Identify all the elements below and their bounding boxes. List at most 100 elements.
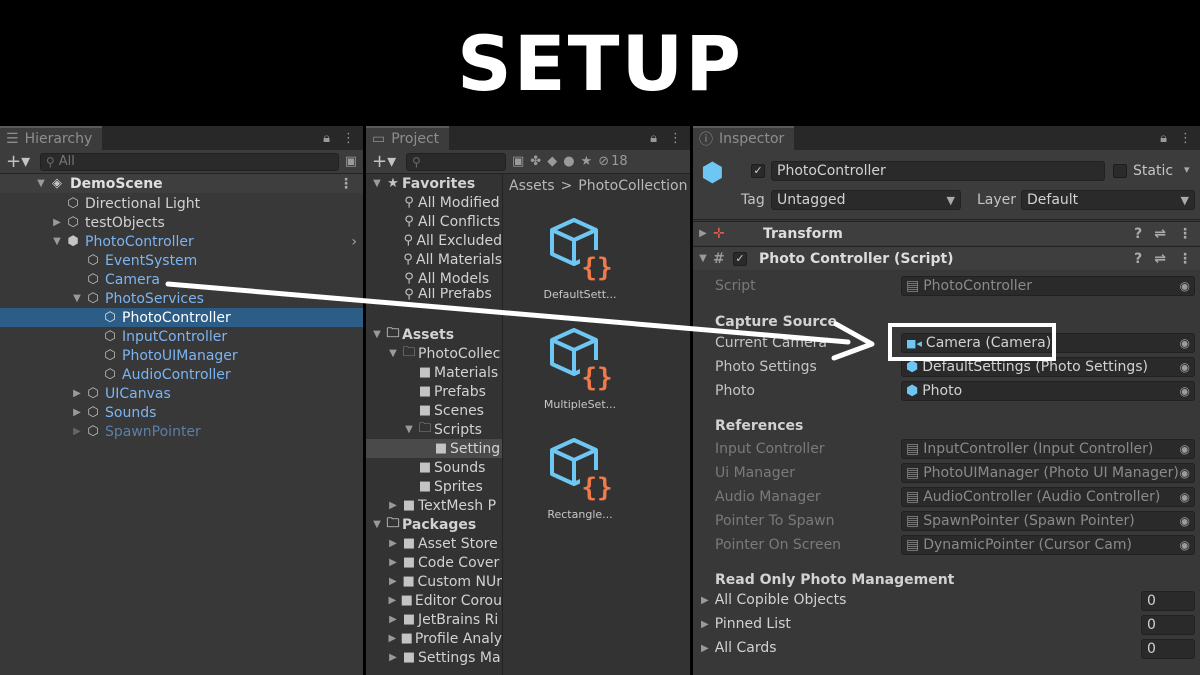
favorite-item[interactable]: ⚲ All Materials [366, 250, 502, 269]
package-folder[interactable]: ▶ ■ Profile Analy [366, 629, 502, 648]
hierarchy-item-photouimanager[interactable]: ⬡ PhotoUIManager [0, 346, 363, 365]
hierarchy-item-directional-light[interactable]: ⬡ Directional Light [0, 194, 363, 213]
object-picker-icon[interactable]: ◉ [1180, 466, 1190, 480]
fold-arrow-icon[interactable]: ▼ [370, 329, 384, 340]
static-checkbox[interactable] [1113, 164, 1127, 178]
tab-hierarchy[interactable]: ☰ Hierarchy [0, 126, 103, 150]
ui-manager-field[interactable]: ▤ PhotoUIManager (Photo UI Manager) ◉ [901, 463, 1195, 483]
fold-arrow-icon[interactable]: ▼ [693, 253, 713, 264]
pointer-on-screen-field[interactable]: ▤ DynamicPointer (Cursor Cam) ◉ [901, 535, 1195, 555]
asset-item[interactable]: {} MultipleSet... [525, 324, 635, 411]
fold-arrow-icon[interactable]: ▼ [34, 178, 48, 189]
create-button[interactable]: +▾ [6, 151, 34, 172]
object-picker-icon[interactable]: ◉ [1180, 336, 1190, 350]
fold-arrow-icon[interactable]: ▶ [386, 576, 400, 587]
hierarchy-item-photoservices[interactable]: ▼ ⬡ PhotoServices [0, 289, 363, 308]
fold-arrow-icon[interactable]: ▶ [701, 595, 709, 606]
input-controller-field[interactable]: ▤ InputController (Input Controller) ◉ [901, 439, 1195, 459]
active-checkbox[interactable]: ✓ [751, 164, 765, 178]
all-cards-count[interactable]: 0 [1141, 639, 1195, 659]
tab-project[interactable]: ▭ Project [366, 126, 450, 150]
lock-icon[interactable]: 🔒︎ [1160, 131, 1167, 146]
package-folder[interactable]: ▶ ■ Code Cover [366, 553, 502, 572]
all-copible-objects-foldout[interactable]: ▶ All Copible Objects [701, 592, 846, 608]
fold-arrow-icon[interactable]: ▶ [701, 619, 709, 630]
tag-dropdown[interactable]: Untagged ▼ [771, 190, 961, 210]
object-picker-icon[interactable]: ◉ [1180, 490, 1190, 504]
audio-manager-field[interactable]: ▤ AudioController (Audio Controller) ◉ [901, 487, 1195, 507]
hierarchy-item-spawnpointer[interactable]: ▶ ⬡ SpawnPointer [0, 422, 363, 441]
fold-arrow-icon[interactable]: ▼ [386, 348, 400, 359]
asset-folder[interactable]: ■ Sprites [366, 477, 502, 496]
favorite-item[interactable]: ⚲ All Models [366, 269, 502, 288]
static-dropdown-icon[interactable]: ▾ [1184, 163, 1190, 176]
help-icon[interactable]: ? [1134, 226, 1142, 242]
assets-header[interactable]: ▼ 🗀 Assets [366, 325, 502, 344]
pinned-list-count[interactable]: 0 [1141, 615, 1195, 635]
photo-field[interactable]: ⬢ Photo ◉ [901, 381, 1195, 401]
project-search[interactable]: ⚲ [406, 152, 506, 171]
breadcrumb-assets[interactable]: Assets [509, 178, 555, 194]
fold-arrow-icon[interactable]: ▶ [386, 500, 400, 511]
package-folder[interactable]: ▶ ■ Custom NUr [366, 572, 502, 591]
asset-folder[interactable]: ■ Prefabs [366, 382, 502, 401]
package-folder[interactable]: ▶ ■ Asset Store [366, 534, 502, 553]
object-picker-icon[interactable]: ◉ [1180, 360, 1190, 374]
error-icon[interactable]: ● [563, 154, 574, 169]
fold-arrow-icon[interactable]: ▼ [70, 293, 84, 304]
kebab-menu-icon[interactable]: ⋮ [1179, 131, 1192, 146]
object-picker-icon[interactable]: ◉ [1180, 514, 1190, 528]
favorite-star-icon[interactable]: ★ [581, 154, 593, 169]
hierarchy-item-camera[interactable]: ⬡ Camera [0, 270, 363, 289]
hierarchy-item-uicanvas[interactable]: ▶ ⬡ UICanvas [0, 384, 363, 403]
favorite-item[interactable]: ⚲ All Prefabs [366, 288, 502, 300]
script-component-header[interactable]: ▼ # ✓ Photo Controller (Script) ? ⇌ ⋮ [693, 246, 1200, 270]
kebab-menu-icon[interactable]: ⋮ [342, 131, 355, 146]
asset-folder[interactable]: ▶ ■ TextMesh P [366, 496, 502, 515]
object-name-field[interactable]: PhotoController [771, 161, 1105, 181]
asset-folder[interactable]: ■ Materials [366, 363, 502, 382]
scene-menu-icon[interactable]: ⋮ [339, 176, 353, 192]
packages-header[interactable]: ▼ 🗀 Packages [366, 515, 502, 534]
pinned-list-foldout[interactable]: ▶ Pinned List [701, 616, 791, 632]
transform-component-header[interactable]: ▶ ✛ Transform ? ⇌ ⋮ [693, 221, 1200, 245]
scene-row[interactable]: ▼ ◈ DemoScene ⋮ [0, 174, 363, 193]
object-picker-icon[interactable]: ◉ [1180, 384, 1190, 398]
fold-arrow-icon[interactable]: ▶ [386, 652, 400, 663]
asset-folder[interactable]: ■ Sounds [366, 458, 502, 477]
fold-arrow-icon[interactable]: ▼ [370, 519, 384, 530]
hierarchy-item-audiocontroller[interactable]: ⬡ AudioController [0, 365, 363, 384]
fold-arrow-icon[interactable]: ▶ [693, 228, 713, 239]
search-by-type-icon[interactable]: ▣ [512, 154, 524, 169]
favorite-item[interactable]: ⚲ All Conflicts [366, 212, 502, 231]
package-folder[interactable]: ▶ ■ Editor Corou [366, 591, 502, 610]
object-picker-icon[interactable]: ◉ [1180, 538, 1190, 552]
fold-arrow-icon[interactable]: ▶ [386, 538, 400, 549]
fold-arrow-icon[interactable]: ▶ [70, 407, 84, 418]
pointer-to-spawn-field[interactable]: ▤ SpawnPointer (Spawn Pointer) ◉ [901, 511, 1195, 531]
kebab-menu-icon[interactable]: ⋮ [669, 131, 682, 146]
layer-dropdown[interactable]: Default ▼ [1021, 190, 1195, 210]
hierarchy-item-photocontroller[interactable]: ▼ ⬢ PhotoController › [0, 232, 363, 251]
lock-icon[interactable]: 🔒︎ [650, 131, 657, 146]
object-picker-icon[interactable]: ◉ [1180, 279, 1190, 293]
fold-arrow-icon[interactable]: ▼ [50, 236, 64, 247]
hierarchy-item-photocontroller-child[interactable]: ⬡ PhotoController [0, 308, 363, 327]
fold-arrow-icon[interactable]: ▶ [70, 388, 84, 399]
component-menu-icon[interactable]: ⋮ [1178, 251, 1192, 267]
fold-arrow-icon[interactable]: ▶ [50, 217, 64, 228]
asset-item[interactable]: {} Rectangle... [525, 434, 635, 521]
fold-arrow-icon[interactable]: ▶ [701, 643, 709, 654]
hidden-eye-icon[interactable]: ⊘ [598, 154, 609, 169]
asset-folder[interactable]: ■ Scenes [366, 401, 502, 420]
script-field[interactable]: ▤ PhotoController ◉ [901, 276, 1195, 296]
asset-folder-scripts[interactable]: ▼ 🗀 Scripts [366, 420, 502, 439]
hierarchy-item-sounds[interactable]: ▶ ⬡ Sounds [0, 403, 363, 422]
tab-inspector[interactable]: ⓘ Inspector [693, 126, 795, 150]
fold-arrow-icon[interactable]: ▼ [402, 424, 416, 435]
package-folder[interactable]: ▶ ■ Settings Ma [366, 648, 502, 667]
fold-arrow-icon[interactable]: ▶ [386, 614, 400, 625]
fold-arrow-icon[interactable]: ▶ [386, 595, 399, 606]
fold-arrow-icon[interactable]: ▶ [70, 426, 84, 437]
asset-folder-photocollection[interactable]: ▼ 🗀 PhotoCollec [366, 344, 502, 363]
